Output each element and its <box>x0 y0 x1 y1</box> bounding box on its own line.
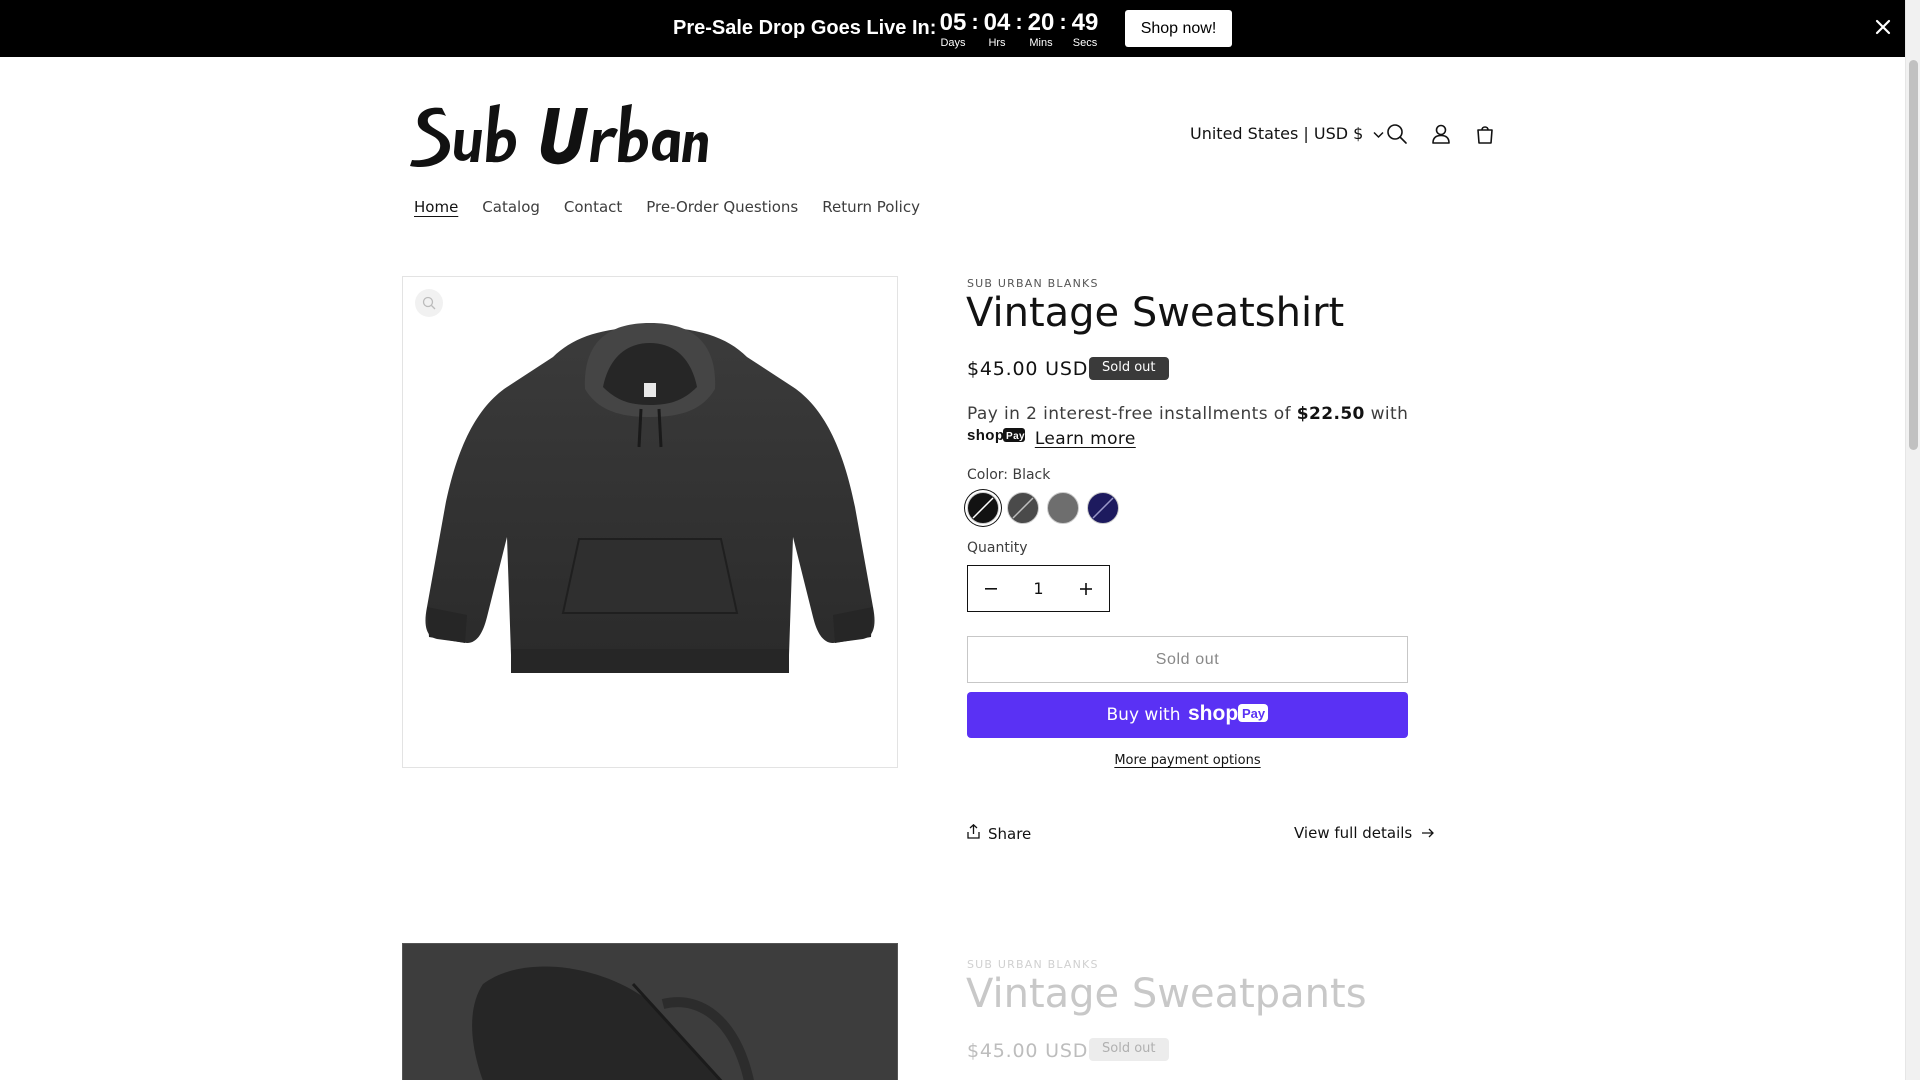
svg-text:Pay: Pay <box>1006 431 1025 442</box>
cart-icon[interactable] <box>1471 120 1499 148</box>
swatch-charcoal[interactable] <box>1007 492 1039 524</box>
countdown-timer: 05 Days : 04 Hrs : 20 Mins : 49 Secs <box>935 9 1103 50</box>
countdown-mins-value: 20 <box>1027 9 1055 36</box>
announcement-title: Pre-Sale Drop Goes Live In: <box>673 17 937 39</box>
installments-amount: $22.50 <box>1296 404 1365 424</box>
store-logo[interactable] <box>408 100 708 176</box>
share-button[interactable]: Share <box>967 823 1032 843</box>
countdown-mins-label: Mins <box>1029 37 1053 49</box>
countdown-days-value: 05 <box>939 9 967 36</box>
account-icon[interactable] <box>1427 120 1455 148</box>
logo-wordmark <box>410 104 708 168</box>
country-currency-selector[interactable]: United States | USD $ <box>1190 124 1384 143</box>
swatch-black[interactable] <box>967 492 999 524</box>
shop-pay-logo-icon: shop Pay <box>1188 701 1269 730</box>
installments-prefix: Pay in 2 interest-free installments of <box>967 404 1291 424</box>
zoom-icon[interactable] <box>415 289 443 317</box>
svg-text:shop: shop <box>967 427 1004 444</box>
svg-text:Pay: Pay <box>1242 706 1266 721</box>
view-full-details-link[interactable]: View full details <box>1294 824 1435 842</box>
next-product-media[interactable] <box>402 943 898 1080</box>
countdown-mins: 20 Mins <box>1023 9 1059 50</box>
quantity-stepper: 1 <box>967 565 1110 612</box>
swatch-navy[interactable] <box>1087 492 1119 524</box>
search-icon[interactable] <box>1383 120 1411 148</box>
countdown-separator: : <box>1015 9 1023 34</box>
buy-with-shop-pay-button[interactable]: Buy with shop Pay <box>967 692 1408 738</box>
next-product-vendor: SUB URBAN BLANKS <box>967 958 1099 971</box>
countdown-secs-label: Secs <box>1072 37 1098 49</box>
nav-item-return-policy[interactable]: Return Policy <box>810 198 932 216</box>
quantity-label: Quantity <box>967 540 1028 556</box>
countdown-hours: 04 Hrs <box>979 9 1015 50</box>
svg-text:shop: shop <box>1188 702 1238 725</box>
main-navigation: Home Catalog Contact Pre-Order Questions… <box>402 198 932 216</box>
product-title: Vintage Sweatshirt <box>966 290 1345 336</box>
nav-item-pre-order-questions[interactable]: Pre-Order Questions <box>634 198 810 216</box>
nav-item-catalog[interactable]: Catalog <box>470 198 552 216</box>
countdown-secs-value: 49 <box>1071 9 1099 36</box>
countdown-hours-value: 04 <box>983 9 1011 36</box>
scrollbar-thumb[interactable] <box>1909 60 1918 450</box>
nav-item-contact[interactable]: Contact <box>552 198 634 216</box>
color-swatches <box>967 492 1119 524</box>
sweatpants-image <box>403 944 897 1080</box>
swatch-grey[interactable] <box>1047 492 1079 524</box>
nav-item-home[interactable]: Home <box>402 198 470 216</box>
share-label: Share <box>988 824 1032 843</box>
countdown-days-label: Days <box>940 37 966 49</box>
more-payment-options-link[interactable]: More payment options <box>967 753 1408 768</box>
view-full-details-label: View full details <box>1294 824 1413 842</box>
next-product-sold-out-badge: Sold out <box>1089 1038 1169 1061</box>
close-icon[interactable] <box>1870 14 1896 40</box>
share-icon <box>967 823 980 843</box>
shop-pay-logo-icon: shop Pay <box>967 426 1025 451</box>
arrow-right-icon <box>1422 824 1435 842</box>
minus-icon[interactable] <box>968 566 1014 611</box>
hoodie-image <box>425 323 875 673</box>
countdown-separator: : <box>1059 9 1067 34</box>
product-price: $45.00 USD <box>967 358 1089 380</box>
page-scrollbar[interactable] <box>1905 0 1920 1080</box>
next-product-title[interactable]: Vintage Sweatpants <box>966 971 1367 1017</box>
countdown-secs: 49 Secs <box>1067 9 1103 50</box>
country-currency-label: United States | USD $ <box>1190 124 1364 143</box>
learn-more-link[interactable]: Learn more <box>1035 429 1136 449</box>
sold-out-badge: Sold out <box>1089 357 1169 380</box>
buy-with-label: Buy with <box>1106 705 1181 725</box>
next-product-price: $45.00 USD <box>967 1040 1089 1062</box>
product-vendor: SUB URBAN BLANKS <box>967 277 1099 290</box>
sold-out-button[interactable]: Sold out <box>967 636 1408 683</box>
installments-suffix: with <box>1370 404 1409 424</box>
announcement-bar: Pre-Sale Drop Goes Live In: 05 Days : 04… <box>0 0 1920 57</box>
countdown-separator: : <box>971 9 979 34</box>
quantity-input[interactable]: 1 <box>1014 579 1063 598</box>
shop-now-button[interactable]: Shop now! <box>1125 10 1232 47</box>
countdown-days: 05 Days <box>935 9 971 50</box>
color-label: Color: Black <box>967 467 1051 483</box>
plus-icon[interactable] <box>1063 566 1109 611</box>
installments-banner: Pay in 2 interest-free installments of $… <box>967 402 1427 451</box>
countdown-hours-label: Hrs <box>988 37 1006 49</box>
product-media[interactable] <box>402 276 898 768</box>
